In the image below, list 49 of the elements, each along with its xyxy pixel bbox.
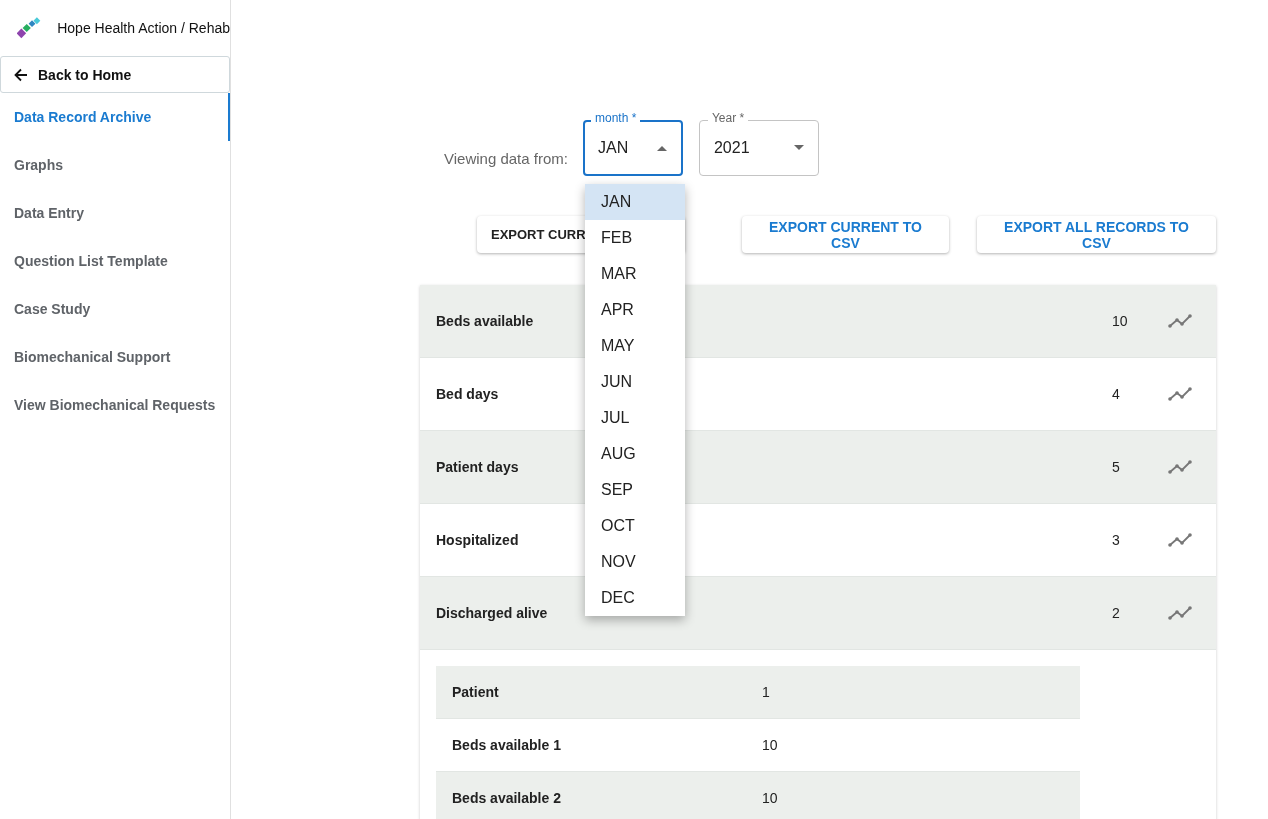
menu-option[interactable]: MAR: [585, 256, 685, 292]
trend-chart-icon[interactable]: [1168, 533, 1192, 547]
menu-option[interactable]: FEB: [585, 220, 685, 256]
row-value: 2: [1112, 605, 1121, 621]
row-label: Beds available: [436, 313, 535, 329]
menu-option[interactable]: MAY: [585, 328, 685, 364]
back-button[interactable]: Back to Home: [0, 56, 230, 93]
row-label: Beds available 1: [452, 737, 562, 753]
menu-option[interactable]: JUN: [585, 364, 685, 400]
menu-option[interactable]: JUL: [585, 400, 685, 436]
trend-chart-icon[interactable]: [1168, 314, 1192, 328]
trend-chart-icon[interactable]: [1168, 387, 1192, 401]
menu-option[interactable]: JAN: [585, 184, 685, 220]
export-button[interactable]: EXPORT ALL RECORDS TO CSV: [977, 216, 1216, 253]
sidebar-item[interactable]: Graphs: [0, 141, 230, 189]
sidebar-item[interactable]: Case Study: [0, 285, 230, 333]
menu-option[interactable]: SEP: [585, 472, 685, 508]
caret-icon: [656, 146, 667, 151]
row-value: 10: [762, 790, 778, 806]
row-label: Patient days: [436, 459, 520, 475]
caret-icon: [793, 145, 804, 150]
sidebar-item[interactable]: Question List Template: [0, 237, 230, 285]
row-value: 4: [1112, 386, 1121, 402]
trend-chart-icon[interactable]: [1168, 460, 1192, 474]
menu-option[interactable]: APR: [585, 292, 685, 328]
row-value: 1: [762, 684, 770, 700]
sidebar-item[interactable]: Data Entry: [0, 189, 230, 237]
row-label: Hospitalized: [436, 532, 520, 548]
logo-icon: [17, 17, 43, 39]
menu-option[interactable]: DEC: [585, 580, 685, 616]
row-label: Bed days: [436, 386, 500, 402]
row-value: 10: [762, 737, 778, 753]
sidebar-item[interactable]: Data Record Archive: [0, 93, 230, 141]
trend-chart-icon[interactable]: [1168, 606, 1192, 620]
menu-option[interactable]: NOV: [585, 544, 685, 580]
filter-label: Viewing data from:: [444, 150, 568, 169]
menu-option[interactable]: AUG: [585, 436, 685, 472]
row-label: Patient: [452, 684, 500, 700]
export-button[interactable]: EXPORT CURRENT TO CSV: [742, 216, 949, 253]
menu-option[interactable]: OCT: [585, 508, 685, 544]
row-label: Discharged alive: [436, 605, 549, 621]
back-arrow-icon: [14, 67, 28, 82]
row-value: 3: [1112, 532, 1121, 548]
sidebar-item[interactable]: View Biomechanical Requests: [0, 381, 230, 429]
app-title: Hope Health Action / Rehab: [57, 20, 230, 36]
row-value: 10: [1112, 313, 1129, 329]
sidebar-item[interactable]: Biomechanical Support: [0, 333, 230, 381]
row-value: 5: [1112, 459, 1121, 475]
row-label: Beds available 2: [452, 790, 562, 806]
